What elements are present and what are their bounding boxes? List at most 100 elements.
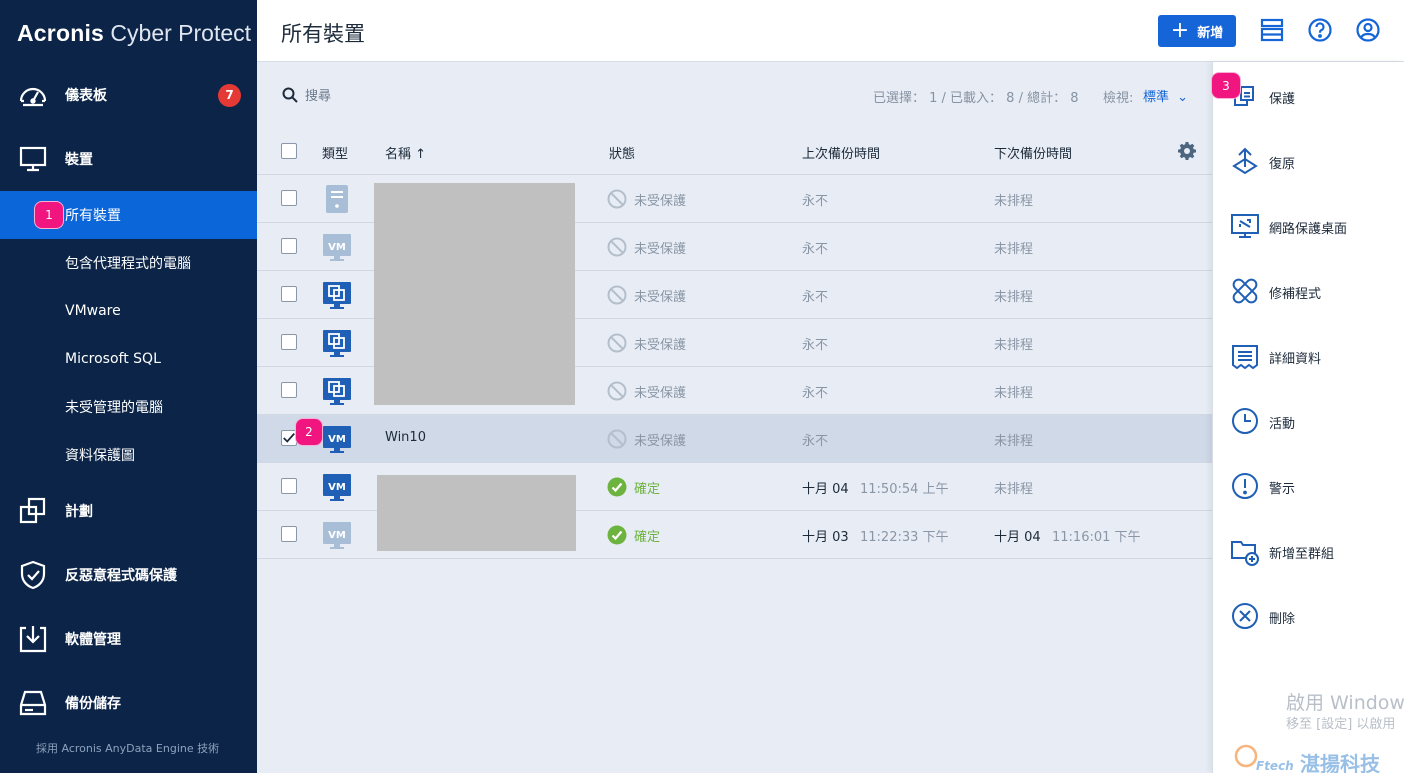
nav-unmanaged-machines[interactable]: 未受管理的電腦 (0, 383, 257, 431)
device-name[interactable]: Win10 (385, 430, 426, 445)
action-label: 網路保護桌面 (1269, 222, 1348, 237)
account-icon[interactable] (1355, 17, 1381, 43)
unprotected-status-icon (607, 237, 627, 257)
action-label: 活動 (1269, 417, 1296, 432)
row-checkbox[interactable] (281, 238, 297, 254)
view-select[interactable]: 標準 ⌄ (1143, 86, 1188, 105)
last-backup-date: 永不 (802, 290, 829, 305)
plus-icon: + (1170, 18, 1190, 43)
remote-desktop-icon (1231, 214, 1259, 238)
last-backup-date: 十月 04 (802, 482, 849, 497)
nav-devices[interactable]: 裝置 (0, 135, 257, 183)
nav-dashboard[interactable]: 儀表板 7 (0, 71, 257, 119)
details-icon (1232, 345, 1258, 370)
next-backup-date: 未排程 (994, 242, 1034, 257)
chevron-down-icon: ⌄ (1177, 90, 1189, 105)
action-details[interactable]: 詳細資料 (1213, 331, 1404, 381)
action-remote-desktop[interactable]: 網路保護桌面 (1213, 201, 1404, 251)
device-status: 未受保護 (634, 194, 687, 209)
next-backup-time: 11:16:01 下午 (1052, 530, 1141, 545)
nav-devices-label: 裝置 (65, 152, 93, 168)
step-marker-3: 3 (1211, 72, 1241, 99)
actions-panel: 保護復原網路保護桌面 修補程式詳細資料活動警示新增至群組刪除 (1212, 62, 1404, 773)
nav-data-protection-map-label: 資料保護圖 (65, 448, 135, 464)
select-all-checkbox[interactable] (281, 143, 297, 159)
next-backup-date: 未排程 (994, 338, 1034, 353)
nav-microsoft-sql[interactable]: Microsoft SQL (0, 335, 257, 383)
page-title: 所有裝置 (281, 22, 365, 46)
column-last-backup[interactable]: 上次備份時間 (802, 143, 880, 162)
nav-backup-storage-label: 備份儲存 (65, 696, 121, 712)
action-label: 新增至群組 (1269, 547, 1335, 562)
row-checkbox[interactable] (281, 334, 297, 350)
nav-all-devices-label: 所有裝置 (65, 208, 121, 224)
next-backup-date: 十月 04 (994, 530, 1041, 545)
action-alert[interactable]: 警示 (1213, 461, 1404, 511)
vm-icon: VM (323, 234, 351, 261)
alert-icon (1232, 473, 1258, 499)
search-icon (282, 87, 298, 103)
layout-toggle-icon[interactable] (1259, 17, 1285, 43)
nav-machines-with-agents-label: 包含代理程式的電腦 (65, 256, 191, 272)
activities-clock-icon (1232, 408, 1258, 434)
nav-plans[interactable]: 計劃 (0, 487, 257, 535)
nav-antimalware[interactable]: 反惡意程式碼保護 (0, 551, 257, 599)
action-recover[interactable]: 復原 (1213, 136, 1404, 186)
column-settings-gear-icon[interactable] (1177, 141, 1197, 161)
column-name[interactable]: 名稱 ↑ (385, 143, 426, 162)
action-protect[interactable]: 保護 (1213, 71, 1404, 121)
activation-watermark-title: 啟用 Windows (1286, 692, 1404, 714)
search-input[interactable] (305, 85, 505, 107)
device-status: 未受保護 (634, 290, 687, 305)
device-status: 確定 (634, 482, 661, 497)
nav-plans-label: 計劃 (65, 504, 93, 520)
svg-text:VM: VM (328, 530, 346, 541)
nav-backup-storage[interactable]: 備份儲存 (0, 679, 257, 727)
device-status: 未受保護 (634, 386, 687, 401)
action-label: 保護 (1269, 92, 1296, 107)
dashboard-alert-badge: 7 (218, 83, 241, 107)
action-patch[interactable]: 修補程式 (1213, 266, 1404, 316)
nav-vmware[interactable]: VMware (0, 287, 257, 335)
nav-software-management[interactable]: 軟體管理 (0, 615, 257, 663)
column-status[interactable]: 狀態 (609, 143, 635, 162)
column-type[interactable]: 類型 (322, 143, 348, 162)
row-checkbox[interactable] (281, 286, 297, 302)
table-header: 類型 名稱 ↑ 狀態 上次備份時間 下次備份時間 (257, 127, 1212, 175)
unprotected-status-icon (607, 429, 627, 449)
last-backup-date: 永不 (802, 434, 829, 449)
row-checkbox[interactable] (281, 478, 297, 494)
activation-watermark-hint: 移至 [設定] 以啟用 (1286, 717, 1396, 732)
device-status: 未受保護 (634, 338, 687, 353)
last-backup-date: 永不 (802, 242, 829, 257)
last-backup-date: 永不 (802, 338, 829, 353)
last-backup-date: 永不 (802, 386, 829, 401)
nav-data-protection-map[interactable]: 資料保護圖 (0, 431, 257, 479)
action-delete[interactable]: 刪除 (1213, 591, 1404, 641)
row-checkbox[interactable] (281, 382, 297, 398)
shield-icon (20, 560, 46, 590)
add-device-button[interactable]: + 新增 (1158, 15, 1236, 47)
nav-unmanaged-machines-label: 未受管理的電腦 (65, 400, 163, 416)
recover-icon (1232, 147, 1258, 175)
nav-machines-with-agents[interactable]: 包含代理程式的電腦 (0, 239, 257, 287)
device-status: 確定 (634, 530, 661, 545)
action-label: 詳細資料 (1269, 352, 1322, 367)
row-checkbox[interactable] (281, 526, 297, 542)
help-icon[interactable] (1307, 17, 1333, 43)
app-logo: Acronis Cyber Protect (17, 20, 252, 46)
row-checkbox[interactable] (281, 190, 297, 206)
add-device-label: 新增 (1197, 25, 1224, 41)
unprotected-status-icon (607, 333, 627, 353)
action-activities-clock[interactable]: 活動 (1213, 396, 1404, 446)
action-label: 警示 (1269, 482, 1296, 497)
patch-icon (1232, 278, 1258, 304)
action-add-to-group[interactable]: 新增至群組 (1213, 526, 1404, 576)
dashboard-gauge-icon (19, 87, 47, 107)
workstation-icon (323, 330, 351, 357)
table-row[interactable]: VM Win10 未受保護 永不 未排程 (257, 415, 1212, 463)
svg-text:Ftech: Ftech (1256, 759, 1294, 773)
device-status: 未受保護 (634, 242, 687, 257)
column-next-backup[interactable]: 下次備份時間 (994, 143, 1072, 162)
action-label: 修補程式 (1269, 287, 1322, 302)
